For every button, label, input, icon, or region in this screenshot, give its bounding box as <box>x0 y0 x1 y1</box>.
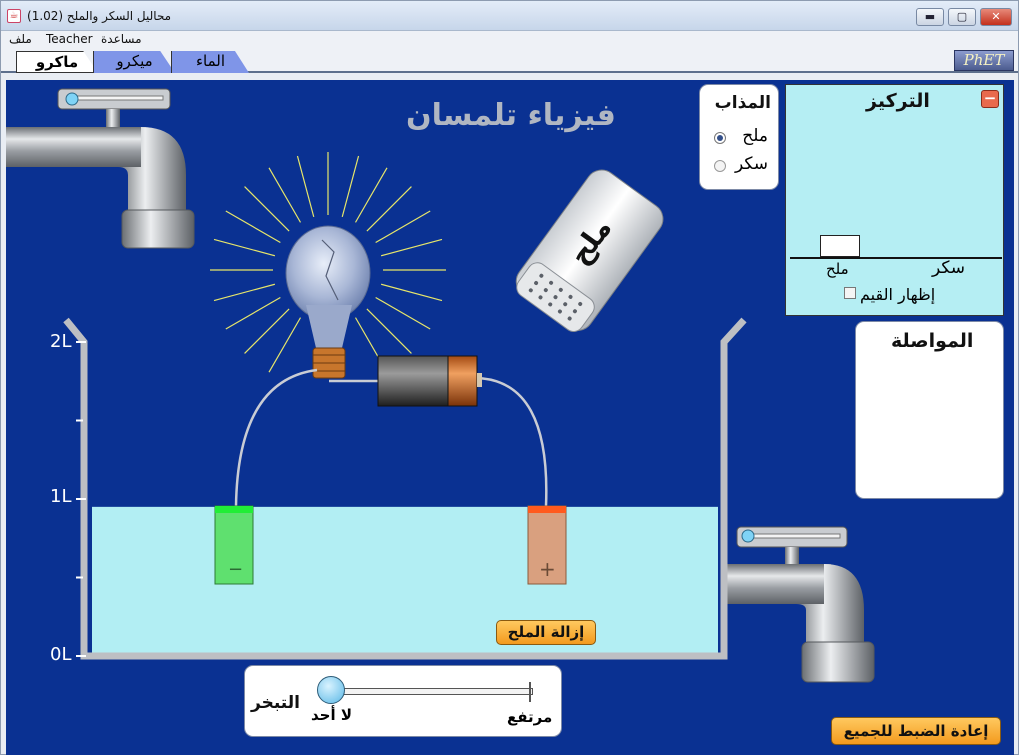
evaporation-panel: التبخر لا أحد مرتفع <box>244 665 562 737</box>
evaporation-title: التبخر <box>251 693 300 713</box>
negative-symbol: − <box>228 559 244 580</box>
light-ray <box>375 296 431 330</box>
reset-all-button[interactable]: إعادة الضبط للجميع <box>831 717 1001 745</box>
concentration-cat-sugar: سكر <box>932 258 966 278</box>
concentration-title: التركيز <box>866 90 930 112</box>
light-ray <box>268 167 302 223</box>
phet-logo: PhET <box>954 50 1014 71</box>
menu-file[interactable]: ملف <box>9 31 32 47</box>
application-window: ☕ (محاليل السكر والملح (1.02 ▬ ▢ ✕ ملف T… <box>0 0 1019 755</box>
salt-concentration-bar <box>820 235 860 257</box>
input-faucet-icon[interactable] <box>6 88 195 249</box>
salt-radio[interactable] <box>714 132 726 144</box>
beaker-label-2l: 2L <box>50 331 72 352</box>
java-cup-icon: ☕ <box>7 9 21 23</box>
concentration-panel: التركيز − ملح سكر إظهار القيم <box>785 84 1004 316</box>
light-ray <box>213 283 276 302</box>
battery-icon <box>377 355 482 407</box>
close-button[interactable]: ✕ <box>980 8 1012 26</box>
light-ray <box>354 167 388 223</box>
light-ray <box>366 308 412 354</box>
maximize-button[interactable]: ▢ <box>948 8 976 26</box>
concentration-axis <box>790 257 1002 259</box>
tab-micro[interactable]: ميكرو <box>93 51 175 73</box>
light-ray <box>244 186 290 232</box>
beaker-label-0l: 0L <box>50 644 72 665</box>
evaporation-slider-thumb[interactable] <box>317 676 345 704</box>
solute-option-salt[interactable]: ملح <box>742 126 768 146</box>
tab-bar: ماكرو ميكرو الماء <box>1 47 1018 73</box>
light-ray <box>380 283 443 302</box>
positive-symbol: + <box>539 557 556 581</box>
window-title: (محاليل السكر والملح (1.02 <box>27 9 172 23</box>
light-ray <box>380 238 443 257</box>
light-ray <box>225 296 281 330</box>
sim-heading: فيزياء تلمسان <box>406 98 616 133</box>
tab-water[interactable]: الماء <box>171 51 249 73</box>
menu-help[interactable]: مساعدة <box>101 31 142 47</box>
menu-bar: ملف Teacher مساعدة <box>1 31 1018 47</box>
solute-panel: المذاب ملح سكر <box>699 84 779 190</box>
show-values-label: إظهار القيم <box>860 285 936 304</box>
menu-teacher[interactable]: Teacher <box>46 31 93 47</box>
solute-option-salt-label: ملح <box>742 126 768 146</box>
light-ray <box>375 210 431 244</box>
solute-option-sugar-label: سكر <box>734 154 768 174</box>
light-ray <box>268 317 302 373</box>
light-ray <box>341 155 360 218</box>
conductivity-panel: المواصلة <box>855 321 1004 499</box>
light-ray <box>366 186 412 232</box>
light-ray <box>213 238 276 257</box>
evaporation-slider-track[interactable] <box>323 688 533 695</box>
remove-salt-button[interactable]: إزالة الملح <box>496 620 596 645</box>
tab-macro[interactable]: ماكرو <box>16 51 98 73</box>
light-ray <box>244 308 290 354</box>
sugar-radio[interactable] <box>714 160 726 172</box>
solution-water <box>92 506 718 653</box>
conductivity-title: المواصلة <box>891 330 974 352</box>
drain-faucet-icon[interactable] <box>721 526 875 683</box>
simulation-canvas: 2L 1L 0L − + فيزياء تلمسان ملح المذاب مل… <box>6 80 1014 755</box>
show-values-checkbox[interactable] <box>844 287 856 299</box>
radio-dot <box>717 135 723 141</box>
beaker-label-1l: 1L <box>50 486 72 507</box>
evaporation-min-label: لا أحد <box>311 706 353 724</box>
solute-option-sugar[interactable]: سكر <box>735 154 768 174</box>
light-bulb-icon <box>285 225 371 379</box>
slider-max-tick <box>529 682 531 702</box>
minimize-button[interactable]: ▬ <box>916 8 944 26</box>
concentration-cat-salt: ملح <box>826 260 849 278</box>
solute-panel-title: المذاب <box>714 93 771 113</box>
minus-icon[interactable]: − <box>981 90 999 108</box>
evaporation-max-label: مرتفع <box>507 708 553 726</box>
title-bar[interactable]: ☕ (محاليل السكر والملح (1.02 ▬ ▢ ✕ <box>1 1 1018 31</box>
light-ray <box>225 210 281 244</box>
light-ray <box>296 155 315 218</box>
